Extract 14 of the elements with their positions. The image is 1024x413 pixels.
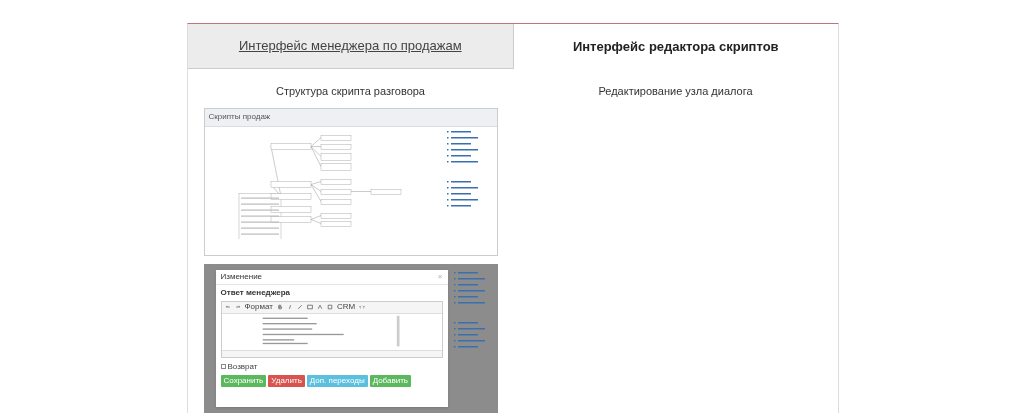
italic-icon[interactable] (286, 304, 293, 310)
field-label: Ответ менеджера (219, 286, 291, 299)
column-heading: Структура скрипта разговора (276, 84, 425, 99)
format-dropdown[interactable]: Формат (244, 303, 273, 311)
dialog-title: Изменение (220, 270, 263, 283)
dialog-button[interactable]: Удалить (268, 374, 305, 387)
column-heading: Редактирование узла диалога (598, 84, 753, 99)
tab[interactable]: Интерфейс менеджера по продажам (188, 24, 514, 69)
rich-text-editor[interactable]: Формат CRM (220, 300, 443, 358)
crm-dropdown[interactable]: CRM (336, 303, 356, 311)
checkbox[interactable] (220, 364, 226, 369)
link-icon[interactable] (296, 304, 303, 310)
checkbox-label: Возврат (227, 360, 258, 373)
screenshot-title: Скрипты продаж (208, 111, 271, 123)
